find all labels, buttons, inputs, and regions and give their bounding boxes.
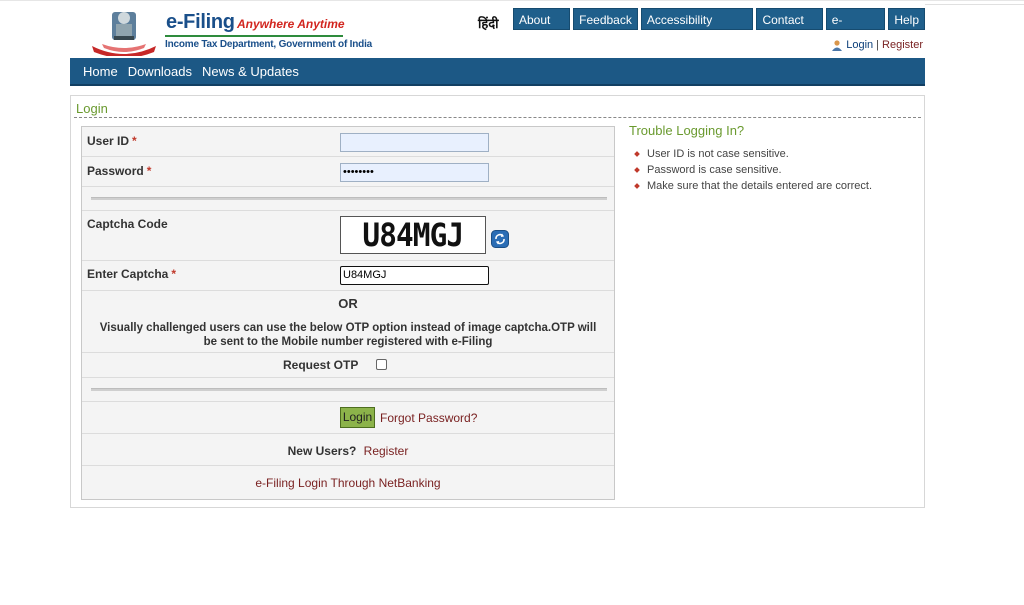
- register-link[interactable]: Register: [364, 444, 409, 458]
- bullet-icon: [634, 167, 640, 173]
- top-nav: About Us Feedback Accessibility Options …: [513, 8, 926, 49]
- login-form: User ID * Password * •••••••• Captcha Code…: [81, 126, 615, 500]
- top-nav-about-us[interactable]: About Us: [513, 8, 571, 49]
- main-nav-home[interactable]: Home: [83, 64, 118, 79]
- netbanking-row: e-Filing Login Through NetBanking: [82, 466, 614, 499]
- login-button[interactable]: Login: [340, 407, 375, 428]
- trouble-tip: User ID is not case sensitive.: [629, 148, 919, 160]
- divider-row-2: [82, 378, 614, 402]
- site-header: e-Filing Anywhere Anytime Income Tax Dep…: [70, 4, 926, 58]
- top-nav-accessibility-options[interactable]: Accessibility Options: [640, 8, 754, 49]
- captcha-image: U84MGJ: [340, 216, 486, 254]
- password-input[interactable]: ••••••••: [340, 163, 489, 182]
- top-nav-contact-us[interactable]: Contact Us: [756, 8, 823, 49]
- brand-title: e-Filing: [166, 11, 235, 33]
- hindi-language-link[interactable]: हिंदी: [478, 14, 499, 32]
- top-nav-e-nivaran[interactable]: e-Nivaran: [825, 8, 886, 49]
- user-id-row: User ID *: [82, 127, 614, 157]
- or-text: OR: [338, 296, 358, 311]
- header-login-link[interactable]: Login: [846, 39, 873, 51]
- auth-links: Login | Register: [831, 39, 923, 51]
- main-nav-downloads[interactable]: Downloads: [128, 64, 192, 79]
- password-label: Password *: [87, 164, 152, 178]
- brand-subtitle: Income Tax Department, Government of Ind…: [165, 39, 373, 50]
- bullet-icon: [634, 151, 640, 157]
- divider-row-1: [82, 187, 614, 211]
- top-nav-feedback[interactable]: Feedback: [573, 8, 638, 30]
- user-id-input[interactable]: [340, 133, 489, 152]
- content-panel: Login User ID * Password * •••••••• Captch…: [70, 95, 925, 508]
- trouble-title: Trouble Logging In?: [629, 123, 745, 138]
- otp-message: Visually challenged users can use the be…: [99, 322, 597, 348]
- section-rule: [74, 117, 921, 118]
- captcha-code-label: Captcha Code: [87, 217, 168, 231]
- request-otp-checkbox[interactable]: [376, 359, 387, 370]
- trouble-tips: User ID is not case sensitive. Password …: [629, 148, 919, 192]
- captcha-code-row: Captcha Code U84MGJ: [82, 211, 614, 261]
- enter-captcha-row: Enter Captcha * U84MGJ: [82, 261, 614, 291]
- divider: [91, 197, 607, 200]
- request-otp-label: Request OTP: [283, 358, 359, 372]
- auth-separator: |: [876, 39, 880, 51]
- bullet-icon: [634, 183, 640, 189]
- refresh-captcha-icon[interactable]: [491, 230, 509, 248]
- otp-message-row: Visually challenged users can use the be…: [82, 317, 614, 353]
- new-users-label: New Users?: [287, 444, 357, 458]
- netbanking-login-link[interactable]: e-Filing Login Through NetBanking: [82, 476, 614, 490]
- section-title: Login: [76, 101, 108, 116]
- forgot-password-link[interactable]: Forgot Password?: [380, 411, 477, 425]
- trouble-tip: Make sure that the details entered are c…: [629, 180, 919, 192]
- main-nav-news-updates[interactable]: News & Updates: [202, 64, 299, 79]
- login-action-row: Login Forgot Password?: [82, 402, 614, 434]
- password-row: Password * ••••••••: [82, 157, 614, 187]
- user-id-label: User ID *: [87, 134, 137, 148]
- enter-captcha-input[interactable]: U84MGJ: [340, 266, 489, 285]
- emblem-logo-icon: [92, 12, 156, 56]
- top-nav-help[interactable]: Help: [888, 8, 926, 30]
- user-icon: [832, 39, 843, 51]
- divider: [91, 388, 607, 391]
- brand-underline: [165, 35, 343, 37]
- or-row: OR: [82, 291, 614, 317]
- trouble-panel: Trouble Logging In? User ID is not case …: [629, 123, 919, 196]
- captcha-text: U84MGJ: [362, 216, 465, 254]
- request-otp-row: Request OTP: [82, 353, 614, 378]
- new-users: New Users? Register: [82, 444, 614, 458]
- new-users-row: New Users? Register: [82, 434, 614, 466]
- enter-captcha-label: Enter Captcha *: [87, 267, 177, 281]
- header-register-link[interactable]: Register: [882, 39, 923, 51]
- brand-tagline: Anywhere Anytime: [237, 17, 345, 31]
- trouble-tip: Password is case sensitive.: [629, 164, 919, 176]
- main-nav: Home Downloads News & Updates: [70, 58, 925, 86]
